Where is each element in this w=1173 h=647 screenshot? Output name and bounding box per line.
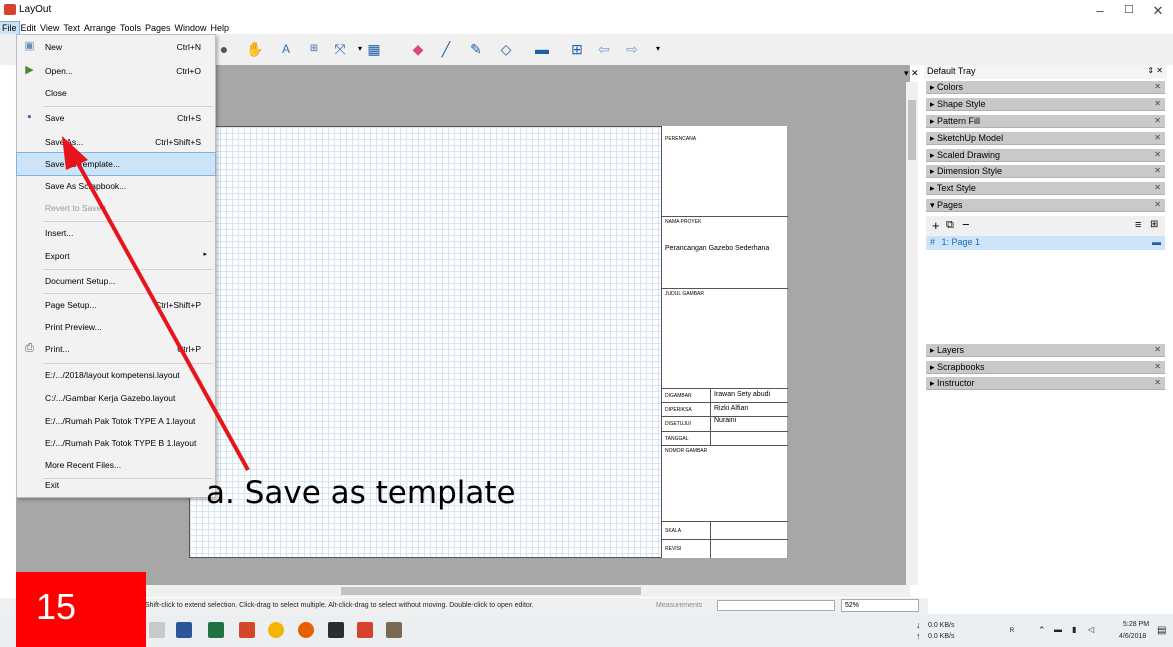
annotation-caption: a. Save as template (206, 475, 516, 511)
annotation-arrow (62, 136, 250, 471)
slide-number-badge: 15 (16, 572, 146, 647)
arrow-head (62, 136, 88, 170)
slide-number: 15 (36, 586, 77, 627)
arrow-shaft (73, 157, 250, 471)
